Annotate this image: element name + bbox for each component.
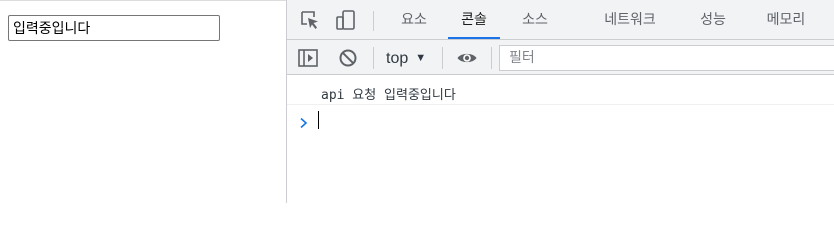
devtools-panel: 요소 콘솔 소스 네트워크 성능 메모리 top ▼ 필터 api 요청 입력중…: [287, 0, 834, 203]
console-output: api 요청 입력중입니다: [287, 75, 834, 203]
show-sidebar-icon[interactable]: [297, 47, 319, 69]
tab-label: 요소: [401, 12, 427, 28]
console-log-message: api 요청 입력중입니다: [321, 88, 456, 103]
filter-placeholder: 필터: [509, 50, 535, 66]
console-filter-input[interactable]: 필터: [499, 45, 834, 71]
inspect-element-icon[interactable]: [299, 9, 321, 31]
devtools-tabbar: 요소 콘솔 소스 네트워크 성능 메모리: [287, 0, 834, 40]
page-text-input[interactable]: [8, 15, 220, 41]
context-selector[interactable]: top ▼: [386, 46, 426, 70]
toolbar-separator: [373, 47, 374, 69]
tab-network[interactable]: 네트워크: [596, 0, 664, 39]
toolbar-separator: [442, 47, 443, 69]
caret-down-icon: ▼: [415, 52, 427, 64]
tab-sources[interactable]: 소스: [518, 0, 552, 39]
tab-performance[interactable]: 성능: [696, 0, 730, 39]
tab-label: 성능: [700, 12, 726, 28]
tabbar-separator: [373, 11, 374, 31]
tab-elements[interactable]: 요소: [397, 0, 431, 39]
text-cursor: [318, 111, 319, 129]
console-prompt-chevron-icon: [299, 114, 309, 129]
active-tab-indicator: [448, 37, 500, 39]
tab-memory[interactable]: 메모리: [761, 0, 811, 39]
console-prompt[interactable]: [287, 109, 834, 133]
toolbar-separator: [491, 47, 492, 69]
tab-label: 메모리: [766, 12, 806, 28]
page-top-border: [0, 0, 286, 1]
console-toolbar: top ▼ 필터: [287, 40, 834, 75]
tab-label: 콘솔: [461, 12, 487, 28]
context-selector-label: top: [386, 50, 409, 67]
tab-label: 소스: [522, 12, 548, 28]
tab-label: 네트워크: [604, 12, 656, 28]
tab-console[interactable]: 콘솔: [448, 0, 500, 39]
live-expression-icon[interactable]: [456, 47, 478, 69]
screen: 요소 콘솔 소스 네트워크 성능 메모리: [0, 0, 834, 203]
clear-console-icon[interactable]: [337, 47, 359, 69]
page-content: [0, 0, 286, 203]
device-toolbar-icon[interactable]: [335, 9, 357, 31]
console-log-row: api 요청 입력중입니다: [287, 81, 834, 105]
